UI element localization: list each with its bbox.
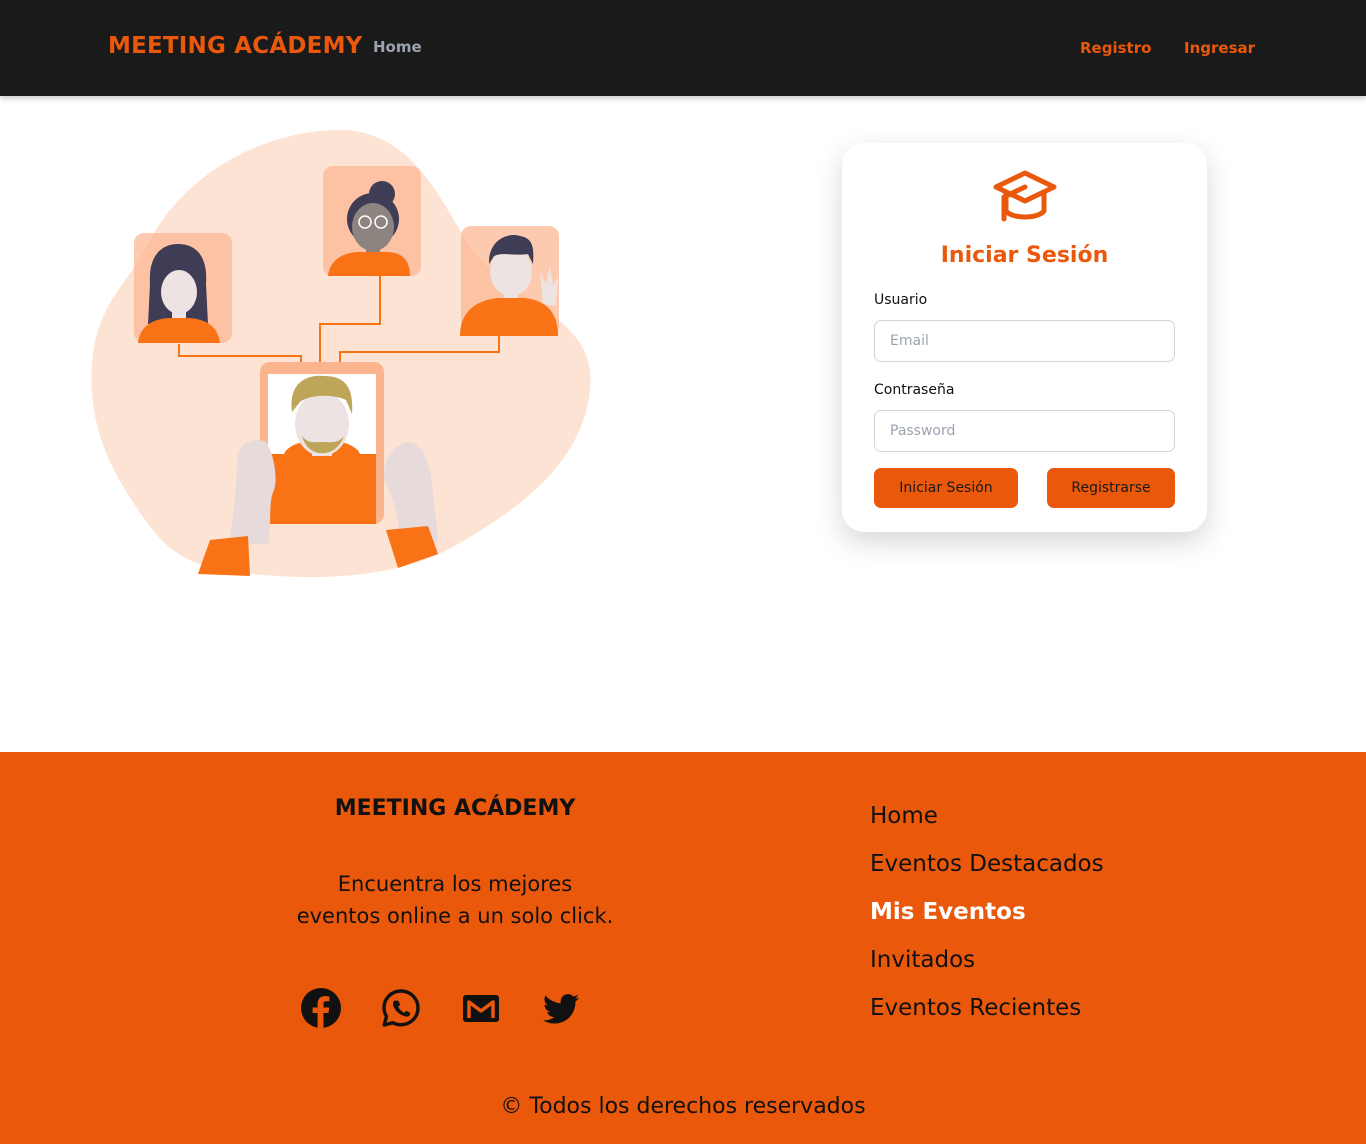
whatsapp-icon[interactable]	[381, 988, 421, 1028]
copyright: © Todos los derechos reservados	[500, 1094, 866, 1119]
email-field[interactable]	[874, 320, 1175, 362]
login-button[interactable]: Iniciar Sesión	[874, 468, 1018, 508]
video-meeting-illustration	[88, 124, 598, 584]
login-title: Iniciar Sesión	[940, 243, 1109, 268]
footer-link-invitados[interactable]: Invitados	[870, 944, 1104, 992]
twitter-icon[interactable]	[541, 988, 581, 1028]
login-card: Iniciar Sesión Usuario Contraseña Inicia…	[842, 143, 1207, 532]
footer-description-line-2: eventos online a un solo click.	[296, 904, 614, 928]
footer-link-home[interactable]: Home	[870, 800, 1104, 848]
footer-description-line-1: Encuentra los mejores	[337, 872, 573, 896]
illustration-graphic	[91, 129, 591, 578]
footer-link-eventos-recientes[interactable]: Eventos Recientes	[870, 992, 1104, 1040]
nav-ingresar-link[interactable]: Ingresar	[1184, 39, 1255, 57]
footer-link-eventos-destacados[interactable]: Eventos Destacados	[870, 848, 1104, 896]
footer-description: Encuentra los mejores eventos online a u…	[255, 868, 655, 932]
password-field[interactable]	[874, 410, 1175, 452]
register-button[interactable]: Registrarse	[1047, 468, 1175, 508]
gmail-icon[interactable]	[461, 988, 501, 1028]
footer-nav: Home Eventos Destacados Mis Eventos Invi…	[870, 800, 1104, 1040]
footer-brand: MEETING ACÁDEMY	[334, 796, 576, 821]
navbar: MEETING ACÁDEMY Home Registro Ingresar	[0, 0, 1366, 96]
facebook-icon[interactable]	[301, 988, 341, 1028]
nav-home-link[interactable]: Home	[373, 38, 422, 56]
footer: MEETING ACÁDEMY Encuentra los mejores ev…	[0, 752, 1366, 1144]
nav-registro-link[interactable]: Registro	[1080, 39, 1151, 57]
usuario-label: Usuario	[874, 292, 928, 308]
footer-link-mis-eventos[interactable]: Mis Eventos	[870, 896, 1104, 944]
brand-logo[interactable]: MEETING ACÁDEMY	[108, 33, 363, 59]
password-label: Contraseña	[874, 382, 955, 398]
graduation-cap-icon	[990, 167, 1060, 231]
